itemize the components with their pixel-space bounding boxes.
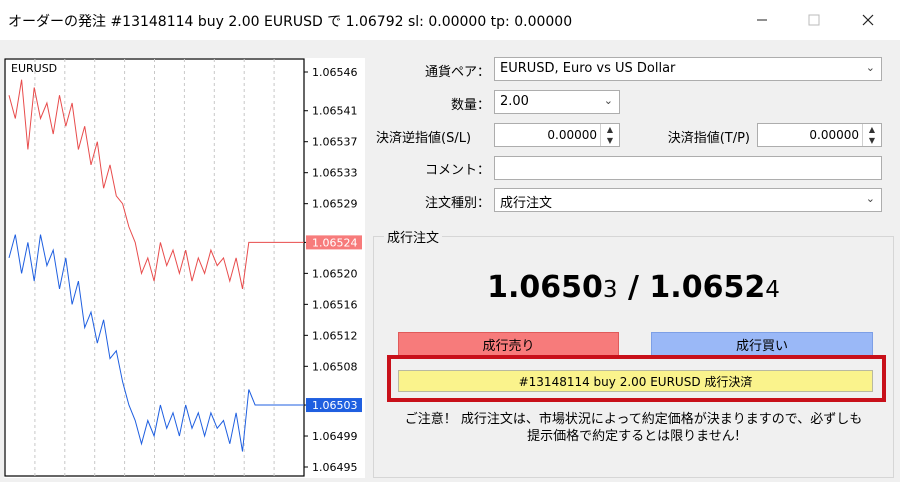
tick-chart: 1.06546 1.06541 1.06537 1.06533 1.06529 1.065… xyxy=(4,58,365,478)
warning-line-1: ご注意！ 成行注文は、市場状況によって約定価格が決まりますので、必ずしも xyxy=(404,412,863,427)
ask-price: 1.0652 xyxy=(649,270,766,305)
y-tick-label: 1.06495 xyxy=(312,461,358,474)
y-tick-label: 1.06529 xyxy=(312,198,358,211)
chevron-down-icon: ⌄ xyxy=(865,192,875,205)
maximize-icon[interactable] xyxy=(792,0,836,40)
comment-label: コメント： xyxy=(424,163,490,178)
symbol-label: 通貨ペア： xyxy=(424,65,490,80)
buy-by-market-button[interactable]: 成行買い xyxy=(651,332,873,356)
symbol-select[interactable]: EURUSD, Euro vs US Dollar ⌄ xyxy=(494,57,882,81)
ask-price-label: 1.06503 xyxy=(312,399,358,412)
price-display: 1.06503 / 1.06524 xyxy=(373,270,894,305)
chart-title: EURUSD xyxy=(11,62,57,75)
spin-up-icon[interactable]: ▲ xyxy=(601,124,619,135)
market-warning: ご注意！ 成行注文は、市場状況によって約定価格が決まりますので、必ずしも 提示価… xyxy=(373,411,894,445)
volume-combo[interactable]: 2.00 ⌄ xyxy=(494,90,620,114)
y-tick-label: 1.06546 xyxy=(312,66,358,79)
sell-by-market-button[interactable]: 成行売り xyxy=(398,332,619,356)
bid-price: 1.0650 xyxy=(487,270,603,305)
tp-label: 決済指値(T/P) xyxy=(667,131,750,146)
y-tick-label: 1.06516 xyxy=(312,298,358,311)
order-type-select[interactable]: 成行注文 ⌄ xyxy=(494,188,882,212)
y-tick-label: 1.06520 xyxy=(312,267,358,280)
tp-spinner[interactable]: 0.00000 ▲ ▼ xyxy=(757,123,882,147)
window-title: オーダーの発注 #13148114 buy 2.00 EURUSD で 1.06… xyxy=(8,14,573,30)
y-tick-label: 1.06541 xyxy=(312,105,358,118)
ask-price-tail: 4 xyxy=(765,277,780,303)
spin-down-icon[interactable]: ▼ xyxy=(601,135,619,146)
close-icon[interactable] xyxy=(846,0,890,40)
spin-down-icon[interactable]: ▼ xyxy=(863,135,881,146)
symbol-value: EURUSD, Euro vs US Dollar xyxy=(500,61,676,76)
order-type-value: 成行注文 xyxy=(500,196,553,211)
sl-spinner[interactable]: 0.00000 ▲ ▼ xyxy=(494,123,620,147)
y-tick-label: 1.06512 xyxy=(312,329,358,342)
tick-chart-svg: 1.06546 1.06541 1.06537 1.06533 1.06529 1.065… xyxy=(4,58,362,477)
close-by-market-button[interactable]: #13148114 buy 2.00 EURUSD 成行決済 xyxy=(398,370,873,392)
sl-value: 0.00000 xyxy=(547,128,597,142)
title-bar: オーダーの発注 #13148114 buy 2.00 EURUSD で 1.06… xyxy=(0,0,900,40)
spin-up-icon[interactable]: ▲ xyxy=(863,124,881,135)
bid-price-tail: 3 xyxy=(602,277,618,303)
warning-line-2: 提示価格で約定するとは限りません! xyxy=(527,429,740,444)
chevron-down-icon: ⌄ xyxy=(603,94,613,107)
order-type-label: 注文種別： xyxy=(424,196,490,211)
y-tick-label: 1.06533 xyxy=(312,167,358,180)
chevron-down-icon: ⌄ xyxy=(865,61,875,74)
price-separator: / xyxy=(617,270,650,305)
market-order-group-title: 成行注文 xyxy=(384,227,443,246)
bid-price-label: 1.06524 xyxy=(312,236,358,249)
volume-label: 数量： xyxy=(450,98,490,113)
minimize-icon[interactable] xyxy=(740,0,784,40)
volume-value: 2.00 xyxy=(500,94,529,109)
tp-value: 0.00000 xyxy=(809,128,859,142)
y-tick-label: 1.06508 xyxy=(312,360,358,373)
comment-input[interactable] xyxy=(494,156,882,180)
y-tick-label: 1.06499 xyxy=(312,430,358,443)
y-tick-label: 1.06537 xyxy=(312,136,358,149)
sl-label: 決済逆指値(S/L) xyxy=(376,131,472,146)
